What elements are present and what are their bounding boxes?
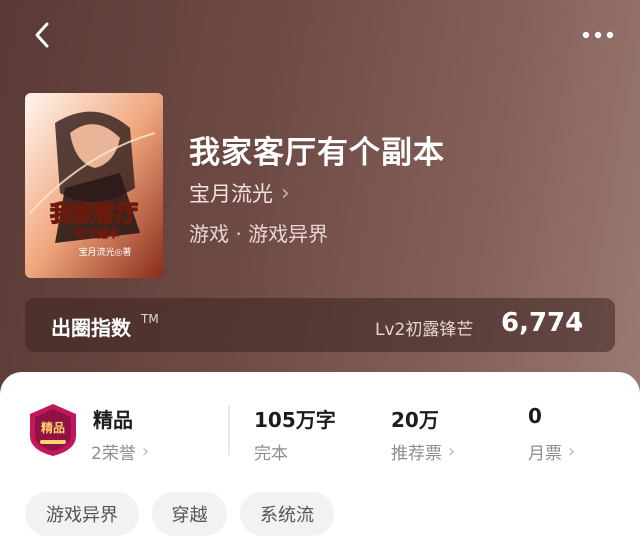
quality-title: 精品 <box>93 408 133 432</box>
recommend-link[interactable]: 推荐票 › <box>391 439 455 464</box>
word-count: 105万字 <box>254 408 336 432</box>
trademark-mark: TM <box>141 312 159 326</box>
badge-text: 精品 <box>41 420 65 435</box>
tag-chip[interactable]: 系统流 <box>240 492 334 536</box>
chevron-right-icon: › <box>573 308 584 338</box>
chevron-right-icon: › <box>448 441 456 462</box>
index-label: 出圈指数 <box>51 316 131 340</box>
monthly-count: 0 <box>528 404 542 428</box>
book-title: 我家客厅有个副本 <box>189 135 445 171</box>
index-value: 6,774 <box>501 308 584 338</box>
quality-badge-icon[interactable]: 精品 <box>26 402 80 458</box>
back-button[interactable] <box>28 20 58 50</box>
tag-chip[interactable]: 游戏异界 <box>25 492 139 536</box>
cover-title: 我家客厅 <box>50 201 138 227</box>
author-link[interactable]: 宝月流光 › <box>189 178 290 208</box>
more-dots-icon <box>582 31 614 39</box>
honors-link[interactable]: 2荣誉 › <box>91 439 149 464</box>
chevron-right-icon: › <box>568 441 576 462</box>
honors-count: 2荣誉 <box>91 444 136 464</box>
recommend-label: 推荐票 <box>391 444 442 464</box>
book-cover[interactable]: 我家客厅 有个副本 宝月流光◎著 <box>25 93 163 278</box>
divider <box>228 405 230 455</box>
chevron-left-icon <box>35 22 49 48</box>
monthly-link[interactable]: 月票 › <box>528 439 575 464</box>
more-button[interactable] <box>578 22 618 48</box>
monthly-label: 月票 <box>528 444 562 464</box>
cover-author: 宝月流光◎著 <box>79 246 132 258</box>
popularity-index-bar[interactable]: 出圈指数 TM Lv2初露锋芒 6,774 › <box>25 298 615 352</box>
recommend-count: 20万 <box>391 408 439 432</box>
cover-subtitle: 有个副本 <box>75 226 119 240</box>
book-genre: 游戏 · 游戏异界 <box>189 222 329 246</box>
author-name: 宝月流光 <box>189 182 273 206</box>
chevron-right-icon: › <box>141 441 150 462</box>
index-level: Lv2初露锋芒 <box>375 320 474 340</box>
completion-status: 完本 <box>254 444 288 464</box>
tag-chip[interactable]: 穿越 <box>152 492 227 536</box>
chevron-right-icon: › <box>281 180 290 206</box>
